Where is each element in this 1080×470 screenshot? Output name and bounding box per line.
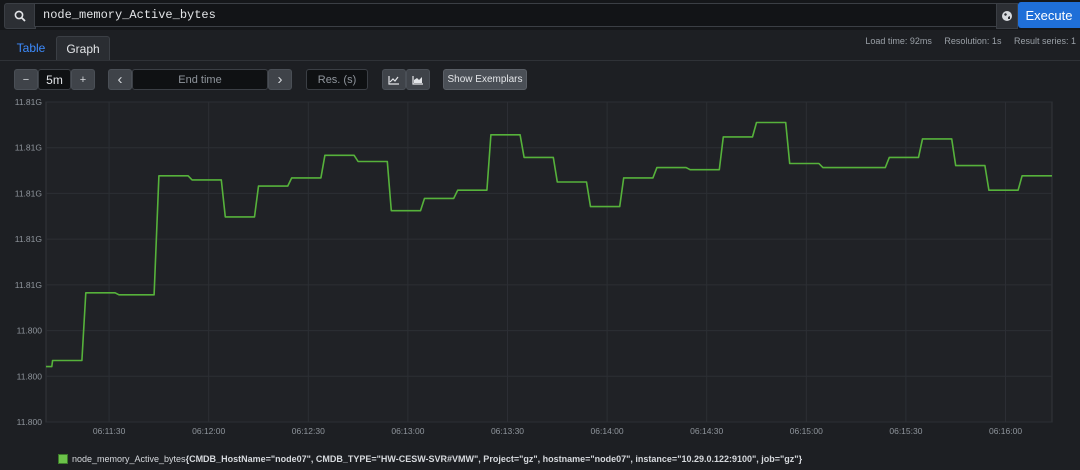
x-tick-label: 06:15:30 [889,426,922,436]
stacked-chart-icon [412,75,423,85]
legend[interactable]: node_memory_Active_bytes {CMDB_HostName="… [58,454,802,464]
y-tick-label: 11.81G [15,234,42,244]
x-tick-label: 06:13:30 [491,426,524,436]
y-tick-label: 11.81G [15,143,42,153]
x-tick-label: 06:14:30 [690,426,723,436]
y-tick-label: 11.800 [17,417,43,427]
show-exemplars-button[interactable]: Show Exemplars [443,69,527,90]
x-tick-label: 06:15:00 [790,426,823,436]
legend-labels: {CMDB_HostName="node07", CMDB_TYPE="HW-C… [185,454,803,464]
tab-divider [0,60,1080,61]
result-series: Result series: 1 [1013,36,1076,46]
stacked-chart-button[interactable] [406,69,430,90]
increase-range-button[interactable]: + [71,69,95,90]
query-bar: Execute [0,0,1080,30]
x-tick-label: 06:12:00 [192,426,225,436]
resolution: Resolution: 1s [944,36,1002,46]
x-tick-label: 06:14:00 [591,426,624,436]
end-time-input[interactable]: End time [132,69,268,90]
execute-button[interactable]: Execute [1018,2,1080,28]
metrics-explorer-button[interactable] [996,3,1018,29]
globe-icon [1002,11,1012,21]
legend-metric: node_memory_Active_bytes [72,454,186,464]
y-tick-label: 11.81G [15,188,42,198]
query-input[interactable] [34,3,1002,27]
tab-graph[interactable]: Graph [56,36,110,61]
plot-area [45,101,1053,423]
load-time: Load time: 92ms [865,36,932,46]
tab-table[interactable]: Table [8,36,54,60]
x-tick-label: 06:13:00 [391,426,424,436]
y-tick-label: 11.81G [15,97,42,107]
resolution-input[interactable]: Res. (s) [306,69,368,90]
x-tick-label: 06:11:30 [93,426,126,436]
next-time-button[interactable]: › [268,69,292,90]
query-stats: Load time: 92ms Resolution: 1s Result se… [855,36,1076,46]
prev-time-button[interactable]: ‹ [108,69,132,90]
graph-panel: 11.81G 11.81G 11.81G 11.81G 11.81G 11.800 11.8… [0,96,1080,440]
legend-swatch [58,454,68,464]
line-chart-icon [388,75,399,85]
y-tick-label: 11.800 [17,326,43,336]
line-chart: 11.81G 11.81G 11.81G 11.81G 11.81G 11.800 11.8… [15,97,1053,436]
y-tick-label: 11.800 [17,371,43,381]
line-chart-button[interactable] [382,69,406,90]
y-tick-label: 11.81G [15,280,42,290]
x-tick-label: 06:12:30 [292,426,325,436]
search-button[interactable] [4,3,36,29]
x-tick-label: 06:16:00 [989,426,1022,436]
search-icon [14,10,26,22]
range-input[interactable]: 5m [38,69,71,90]
decrease-range-button[interactable]: − [14,69,38,90]
